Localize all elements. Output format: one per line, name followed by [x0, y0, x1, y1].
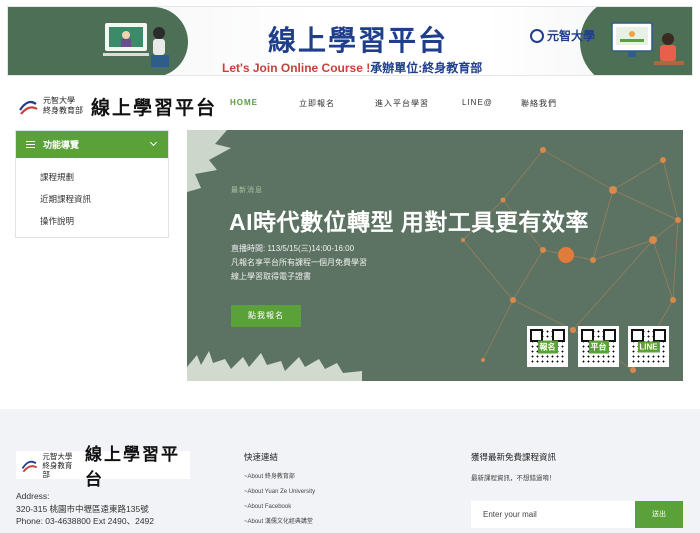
banner-subtitle: Let's Join Online Course !承辦單位:終身教育部: [222, 59, 483, 75]
quick-link-lifelong-education[interactable]: ~About 終身教育部: [244, 472, 315, 487]
quick-link-facebook[interactable]: ~About Facebook: [244, 502, 315, 517]
logo-university: 元智大學: [43, 96, 75, 105]
banner-slogan: Let's Join Online Course !: [222, 61, 371, 75]
sidebar-item-course-plan[interactable]: 課程規劃: [16, 169, 168, 191]
sidebar-title: 功能導覽: [43, 140, 80, 150]
phone-text: Phone: 03-4638800 Ext 2490、2492: [16, 516, 155, 526]
hero-banner: 最新消息 AI時代數位轉型 用對工具更有效率 直播時間: 113/5/15(三)…: [187, 130, 683, 381]
university-seal-icon: [530, 29, 544, 43]
logo-department: 終身教育部: [43, 106, 83, 115]
nav-home[interactable]: HOME: [230, 98, 292, 109]
nav-line[interactable]: LINE@: [462, 98, 521, 109]
footer-logo-platform-name: 線上學習平台: [84, 445, 180, 489]
footer-logo-department: 終身教育部: [42, 460, 73, 479]
hero-free-offer: 凡報名享平台所有課程一個月免費學習: [231, 258, 367, 267]
footer-logo[interactable]: 元智大學 終身教育部 線上學習平台: [16, 445, 190, 489]
qr-platform[interactable]: 平台: [578, 326, 619, 367]
quick-links-list: ~About 終身教育部 ~About Yuan Ze University ~…: [244, 472, 315, 532]
email-input[interactable]: Enter your mail: [471, 501, 635, 528]
sidebar-list: 課程規劃 近期課程資訊 操作說明: [16, 158, 168, 235]
university-logo-icon: [19, 100, 38, 115]
send-button[interactable]: 送出: [635, 501, 683, 528]
hero-certificate: 線上學習取得電子證書: [231, 272, 311, 281]
function-sidebar: 功能導覽 課程規劃 近期課程資訊 操作說明: [15, 130, 169, 238]
menu-icon: [26, 141, 35, 148]
quick-links-title: 快速連結: [244, 452, 279, 462]
address-text: 320-315 桃園市中壢區遠東路135號: [16, 503, 149, 514]
hero-details: 直播時間: 113/5/15(三)14:00-16:00 凡報名享平台所有課程一…: [231, 242, 367, 284]
sidebar-header[interactable]: 功能導覽: [16, 131, 168, 158]
hero-live-time: 直播時間: 113/5/15(三)14:00-16:00: [231, 244, 355, 253]
footer-address-block: Address: 320-315 桃園市中壢區遠東路135號 Phone: 03…: [16, 490, 154, 528]
student-laptop-illustration: [103, 23, 169, 67]
footer-logo-university-text: 元智大學 終身教育部: [42, 452, 77, 479]
sidebar-item-recent-courses[interactable]: 近期課程資訊: [16, 191, 168, 213]
nav-enter-platform[interactable]: 進入平台學習: [375, 98, 462, 109]
register-button[interactable]: 點我報名: [231, 305, 301, 327]
page: 線上學習平台 Let's Join Online Course !承辦單位:終身…: [0, 0, 700, 533]
nav-register[interactable]: 立即報名: [299, 98, 375, 109]
qr-platform-label: 平台: [588, 340, 609, 353]
sidebar-item-instructions[interactable]: 操作說明: [16, 213, 168, 235]
logo-university-text: 元智大學 終身教育部: [43, 96, 83, 116]
logo-platform-name: 線上學習平台: [91, 97, 218, 119]
paint-splash-bottom-decoration: [187, 351, 362, 381]
nav-contact[interactable]: 聯絡我們: [521, 98, 557, 109]
chevron-down-icon: [149, 138, 158, 147]
qr-line[interactable]: LINE: [628, 326, 669, 367]
banner-title: 線上學習平台: [268, 25, 449, 56]
qr-line-label: LINE: [637, 341, 660, 352]
address-label: Address:: [16, 491, 50, 501]
newsletter-note: 最新課程資訊，不想錯過唷！: [471, 475, 556, 482]
banner-university-seal: 元智大學: [530, 27, 595, 44]
banner-organizer: 承辦單位:終身教育部: [370, 61, 483, 75]
site-logo[interactable]: 元智大學 終身教育部 線上學習平台: [17, 93, 217, 119]
newsletter-title: 獲得最新免費課程資訊: [471, 452, 557, 462]
qr-register[interactable]: 報名: [527, 326, 568, 367]
main-nav: HOME 立即報名 進入平台學習 LINE@ 聯絡我們: [230, 98, 557, 109]
online-learner-illustration: [611, 22, 684, 65]
footer-logo-university: 元智大學: [42, 451, 73, 461]
university-logo-icon: [21, 460, 38, 473]
quick-link-classics-lecture[interactable]: ~About 漢儒文化經典講堂: [244, 517, 315, 532]
quick-link-yzu[interactable]: ~About Yuan Ze University: [244, 487, 315, 502]
top-banner[interactable]: 線上學習平台 Let's Join Online Course !承辦單位:終身…: [7, 6, 693, 76]
qr-register-label: 報名: [537, 340, 558, 353]
hero-headline: AI時代數位轉型 用對工具更有效率: [229, 209, 589, 235]
hero-tag: 最新消息: [231, 187, 263, 194]
banner-seal-text: 元智大學: [547, 29, 596, 43]
